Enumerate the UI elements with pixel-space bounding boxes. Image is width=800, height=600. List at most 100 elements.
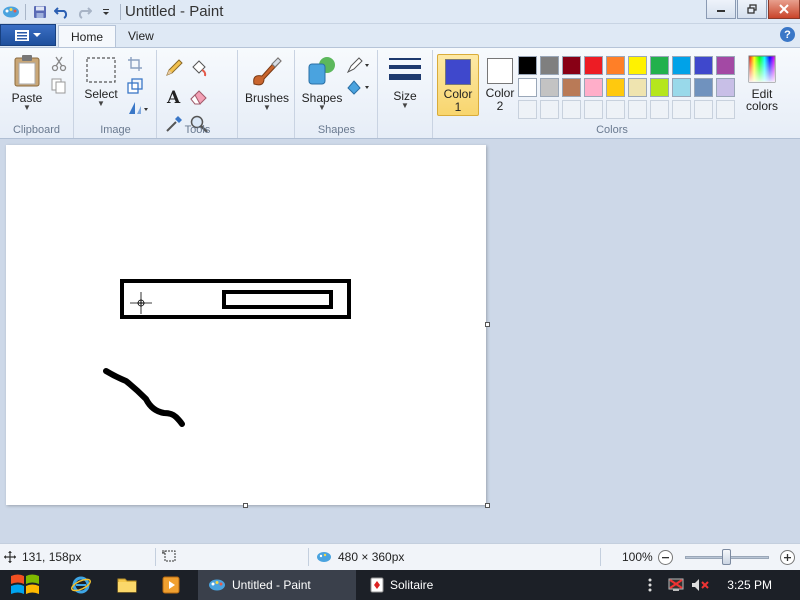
palette-swatch[interactable]: [694, 56, 713, 75]
cursor-position: 131, 158px: [4, 550, 81, 564]
media-player-icon[interactable]: [152, 570, 190, 600]
palette-swatch[interactable]: [650, 78, 669, 97]
outline-icon[interactable]: [346, 56, 372, 74]
restore-button[interactable]: [737, 0, 767, 19]
resize-handle-corner[interactable]: [485, 503, 490, 508]
taskbar-app-solitaire[interactable]: Solitaire: [360, 570, 510, 600]
palette-swatch[interactable]: [562, 78, 581, 97]
palette-swatch[interactable]: [694, 78, 713, 97]
select-button[interactable]: Select ▼: [81, 56, 121, 108]
customize-qat-icon[interactable]: [95, 1, 117, 23]
palette-swatch[interactable]: [518, 78, 537, 97]
zoom-in-button[interactable]: [780, 550, 795, 565]
taskbar-clock: 3:25 PM: [727, 578, 772, 592]
fill-bucket-icon[interactable]: [189, 58, 211, 80]
colors-group: Color 1 Color 2 Edit colors Colors: [434, 50, 790, 138]
pencil-icon[interactable]: [164, 58, 186, 80]
color2-button[interactable]: Color 2: [479, 54, 521, 116]
palette-swatch[interactable]: [562, 100, 581, 119]
tab-view[interactable]: View: [116, 25, 166, 47]
palette-swatch[interactable]: [606, 100, 625, 119]
edit-colors-button[interactable]: Edit colors: [740, 54, 784, 113]
palette-swatch[interactable]: [584, 100, 603, 119]
cut-icon[interactable]: [51, 56, 69, 74]
palette-swatch[interactable]: [650, 56, 669, 75]
resize-icon[interactable]: [127, 78, 145, 96]
palette-swatch[interactable]: [716, 100, 735, 119]
palette-swatch[interactable]: [540, 56, 559, 75]
volume-muted-icon[interactable]: [688, 570, 712, 600]
shapes-button[interactable]: Shapes ▼: [300, 54, 344, 112]
palette-swatch[interactable]: [694, 100, 713, 119]
palette-swatch[interactable]: [716, 78, 735, 97]
svg-text:A: A: [166, 88, 181, 106]
rotate-icon[interactable]: [127, 100, 151, 118]
minimize-button[interactable]: [706, 0, 736, 19]
save-icon[interactable]: [29, 1, 51, 23]
plus-icon: [784, 554, 791, 561]
undo-icon[interactable]: [51, 1, 73, 23]
color2-number: 2: [496, 99, 504, 113]
image-group-label: Image: [100, 124, 131, 136]
work-area: [0, 139, 800, 543]
restore-icon: [746, 4, 757, 14]
color-wheel-icon: [748, 55, 776, 83]
color1-button[interactable]: Color 1: [437, 54, 479, 116]
size-group: Size ▼: [379, 50, 433, 138]
network-icon[interactable]: [664, 570, 688, 600]
palette-swatch[interactable]: [628, 100, 647, 119]
freehand-stroke: [103, 368, 185, 427]
brushes-button[interactable]: Brushes ▼: [245, 54, 289, 112]
palette-swatch[interactable]: [540, 100, 559, 119]
palette-swatch[interactable]: [606, 56, 625, 75]
text-icon[interactable]: A: [164, 86, 186, 108]
palette-swatch[interactable]: [672, 56, 691, 75]
fill-icon[interactable]: [346, 78, 372, 96]
inner-rectangle-shape: [222, 290, 333, 309]
solitaire-icon: [370, 577, 384, 593]
copy-icon[interactable]: [51, 78, 69, 96]
show-hidden-icons-icon[interactable]: [636, 570, 664, 600]
file-menu-button[interactable]: [0, 24, 56, 46]
palette-swatch[interactable]: [628, 78, 647, 97]
edit-colors-label2: colors: [745, 99, 778, 113]
palette-swatch[interactable]: [584, 56, 603, 75]
palette-swatch[interactable]: [518, 56, 537, 75]
palette-swatch[interactable]: [606, 78, 625, 97]
internet-explorer-icon[interactable]: [62, 570, 100, 600]
paint-app-icon[interactable]: [0, 1, 22, 23]
palette-swatch[interactable]: [716, 56, 735, 75]
move-cursor-icon: [4, 551, 16, 563]
tab-home[interactable]: Home: [58, 25, 117, 47]
palette-swatch[interactable]: [518, 100, 537, 119]
selection-size-icon: [162, 550, 176, 562]
paste-button[interactable]: Paste ▼: [6, 54, 48, 112]
palette-swatch[interactable]: [650, 100, 669, 119]
palette-swatch[interactable]: [672, 100, 691, 119]
zoom-out-button[interactable]: [658, 550, 673, 565]
help-icon[interactable]: ?: [780, 27, 795, 42]
drawing-canvas[interactable]: [6, 145, 486, 505]
color1-swatch: [445, 59, 471, 85]
start-button[interactable]: [4, 570, 46, 600]
palette-swatch[interactable]: [584, 78, 603, 97]
paint-taskbar-icon: [209, 579, 225, 591]
size-button[interactable]: Size ▼: [385, 56, 425, 110]
redo-icon[interactable]: [73, 1, 95, 23]
close-button[interactable]: [768, 0, 800, 19]
status-separator: [600, 548, 601, 566]
resize-handle-right[interactable]: [485, 322, 490, 327]
palette-swatch[interactable]: [540, 78, 559, 97]
palette-swatch[interactable]: [628, 56, 647, 75]
palette-swatch[interactable]: [672, 78, 691, 97]
title-bar: Untitled - Paint: [0, 0, 800, 24]
palette-swatch[interactable]: [562, 56, 581, 75]
brush-icon: [253, 57, 282, 86]
crop-icon[interactable]: [127, 56, 145, 74]
eraser-icon[interactable]: [189, 86, 211, 108]
taskbar-app-paint[interactable]: Untitled - Paint: [198, 570, 356, 600]
resize-handle-bottom[interactable]: [243, 503, 248, 508]
selection-size: [162, 550, 176, 562]
file-explorer-icon[interactable]: [108, 570, 146, 600]
zoom-slider-thumb[interactable]: [722, 549, 731, 565]
